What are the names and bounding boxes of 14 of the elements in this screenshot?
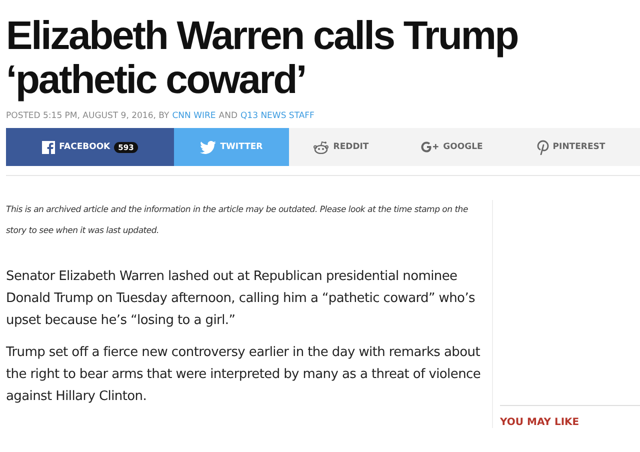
author-link[interactable]: CNN WIRE (172, 110, 216, 122)
alien-icon (313, 140, 330, 154)
posted-date: POSTED 5:15 PM, AUGUST 9, 2016, BY (6, 110, 170, 122)
bird-icon (200, 140, 216, 154)
pinterest-icon (536, 140, 549, 154)
archive-notice: This is an archived article and the information in the article may be outdated. Please look at the time stamp on the story to see when it was last updated. (6, 204, 469, 238)
article-paragraph: Senator Elizabeth Warren lashed out at Republican presidential nominee Donald Trump on Tuesday afternoon, calling him a “pathetic coward” who’s upset because he’s “losing to a girl.” (6, 268, 476, 330)
headline: Elizabeth Warren calls Trump ‘pathetic coward’ (6, 13, 519, 102)
byline-joiner: AND (218, 110, 238, 122)
facebook-icon (42, 140, 56, 154)
sidebar-heading: YOU MAY LIKE (500, 405, 640, 428)
article-paragraph: Trump set off a fierce new controversy earlier in the day with remarks about the right to bear arms that were interpreted by many as a threat of violence against Hillary Clinton. (6, 344, 482, 406)
google-plus-icon (421, 141, 440, 153)
author-link[interactable]: Q13 NEWS STAFF (240, 110, 314, 122)
